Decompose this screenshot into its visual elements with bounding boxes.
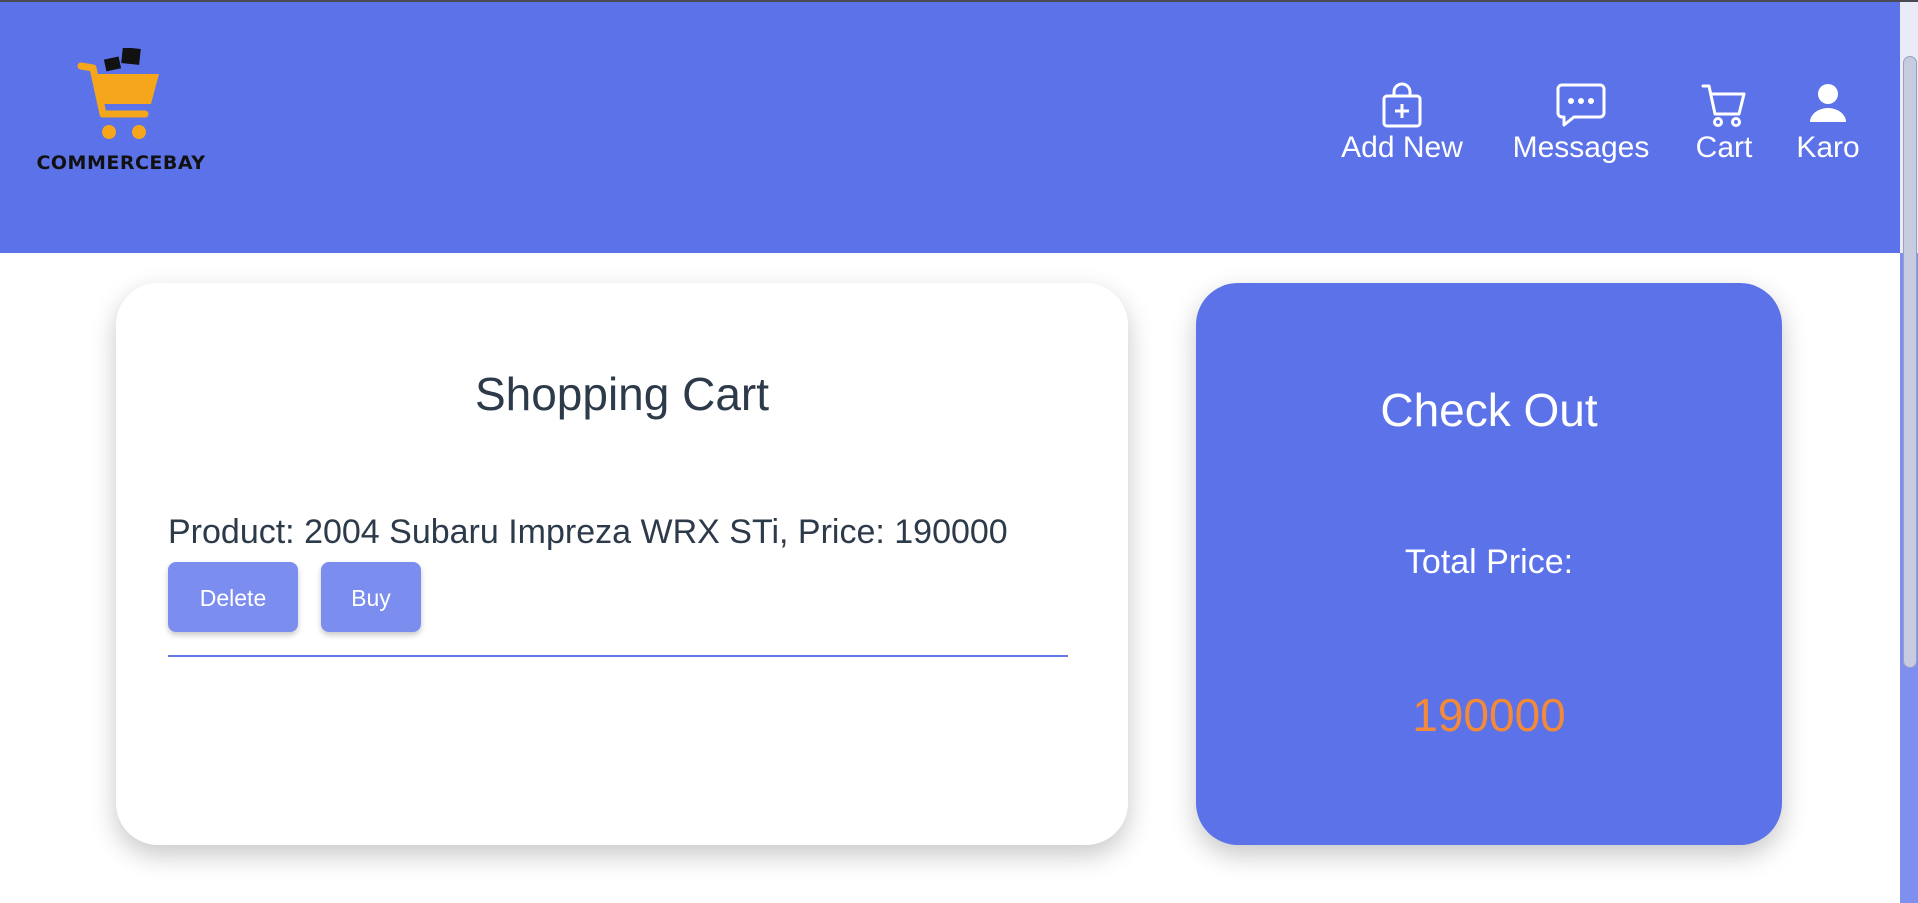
total-price-label: Total Price:: [1404, 543, 1574, 581]
navbar: COMMERCEBAY Add New Messages Cart Karo: [0, 2, 1900, 253]
cart-icon: [1688, 82, 1760, 130]
delete-button[interactable]: Delete: [168, 562, 298, 632]
user-icon: [1792, 82, 1864, 130]
cart-item-text: Product: 2004 Subaru Impreza WRX STi, Pr…: [168, 513, 1008, 551]
nav-add-new[interactable]: Add New: [1330, 82, 1474, 172]
buy-button[interactable]: Buy: [321, 562, 421, 632]
brand-logo[interactable]: COMMERCEBAY: [28, 48, 214, 178]
nav-messages[interactable]: Messages: [1506, 82, 1656, 172]
nav-cart[interactable]: Cart: [1688, 82, 1760, 172]
nav-user-name: Karo: [1796, 131, 1860, 164]
shopping-cart-card: Shopping Cart Product: 2004 Subaru Impre…: [116, 283, 1128, 845]
scrollbar-thumb[interactable]: [1903, 56, 1917, 668]
checkout-title: Check Out: [1380, 384, 1598, 436]
chat-bubble-icon: [1506, 82, 1656, 130]
nav-user-profile[interactable]: Karo: [1792, 82, 1864, 172]
nav-cart-label: Cart: [1695, 131, 1753, 164]
page: COMMERCEBAY Add New Messages Cart Karo S…: [0, 0, 1918, 903]
shopping-cart-title: Shopping Cart: [474, 368, 770, 420]
brand-name: COMMERCEBAY: [36, 152, 206, 174]
checkout-card: Check Out Total Price: 190000: [1196, 283, 1782, 845]
shopping-bag-plus-icon: [1330, 82, 1474, 130]
total-price-value: 190000: [1412, 689, 1566, 741]
nav-messages-label: Messages: [1512, 131, 1650, 164]
nav-add-new-label: Add New: [1341, 131, 1463, 164]
shopping-cart-logo-icon: [77, 48, 159, 139]
cart-item-divider: [168, 655, 1068, 657]
